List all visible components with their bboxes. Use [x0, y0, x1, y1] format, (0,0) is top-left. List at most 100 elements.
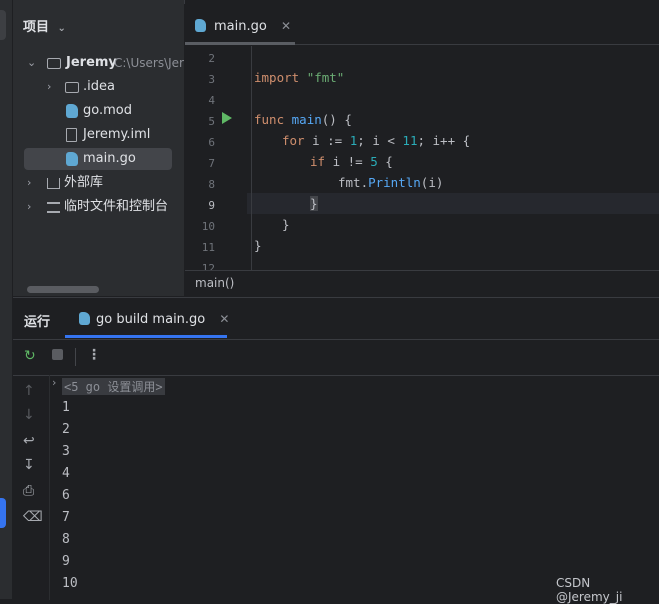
code-line-3[interactable]: import "fmt" — [254, 70, 344, 85]
code-line-10[interactable]: } — [282, 217, 290, 232]
chevron-down-icon[interactable]: ⌄ — [58, 23, 66, 34]
close-icon[interactable]: ✕ — [281, 19, 291, 33]
tree-item-label: Jeremy.iml — [83, 127, 151, 142]
code-text: ; i++ { — [417, 133, 471, 148]
code-line-6[interactable]: for i := 1; i < 11; i++ { — [282, 133, 470, 148]
code-line-9[interactable]: } — [310, 196, 318, 211]
output-line: 3 — [62, 444, 70, 459]
run-panel: 运行 go build main.go ✕ ↻ ⋮ ↑ ↓ ↩ ↧ ⎙ ⌫ › … — [13, 297, 659, 600]
tree-item-path: C:\Users\Jer — [114, 56, 184, 70]
project-panel-header[interactable]: 项目 ⌄ — [23, 16, 66, 35]
code-function: main — [291, 112, 322, 127]
go-file-icon — [79, 312, 90, 325]
scroll-to-end-icon[interactable]: ↧ — [23, 457, 35, 473]
chevron-right-icon[interactable]: › — [47, 76, 59, 98]
chevron-right-icon[interactable]: › — [27, 172, 39, 194]
folded-command[interactable]: <5 go 设置调用> — [62, 378, 165, 395]
code-line-7[interactable]: if i != 5 { — [310, 154, 393, 169]
folder-module-icon — [47, 58, 61, 69]
tree-item-label: Jeremy — [66, 55, 117, 70]
folder-icon — [65, 82, 79, 93]
tree-item-label: .idea — [83, 79, 115, 94]
breadcrumb: main() — [185, 270, 659, 297]
code-line-5[interactable]: func main() { — [254, 112, 352, 127]
print-icon[interactable]: ⎙ — [23, 483, 34, 499]
chevron-down-icon[interactable]: ⌄ — [27, 52, 39, 74]
rerun-icon[interactable]: ↻ — [24, 348, 36, 364]
line-number: 5 — [208, 115, 215, 128]
code-keyword: import — [254, 70, 300, 85]
tree-item-label: go.mod — [83, 103, 132, 118]
breadcrumb-item[interactable]: main() — [195, 276, 234, 290]
scratch-icon — [47, 202, 60, 213]
output-line: 8 — [62, 532, 70, 547]
tree-item-gomod[interactable]: go.mod — [23, 100, 183, 122]
active-run-tab-indicator — [65, 335, 227, 338]
line-number: 11 — [201, 241, 215, 254]
code-string: "fmt" — [306, 70, 345, 85]
chevron-right-icon[interactable]: › — [52, 376, 56, 389]
code-number: 11 — [402, 133, 418, 148]
run-tab-label: go build main.go — [96, 312, 206, 327]
tree-item-label: 临时文件和控制台 — [64, 199, 169, 214]
current-line-highlight — [247, 193, 659, 214]
soft-wrap-icon[interactable]: ↩ — [23, 433, 35, 449]
code-keyword: for — [282, 133, 305, 148]
trash-icon[interactable]: ⌫ — [23, 509, 43, 525]
line-number: 10 — [201, 220, 215, 233]
line-number: 4 — [208, 94, 215, 107]
tree-item-external-libraries[interactable]: › 外部库 — [23, 172, 183, 194]
project-tool-button[interactable] — [0, 10, 6, 40]
arrow-down-icon[interactable]: ↓ — [23, 407, 35, 423]
more-options-icon[interactable]: ⋮ — [87, 347, 101, 363]
indent-guide — [251, 46, 252, 270]
active-tab-indicator — [185, 42, 295, 45]
project-panel: 项目 ⌄ ⌄ Jeremy C:\Users\Jer › .idea go.mo… — [13, 0, 184, 296]
run-gutter-icon[interactable] — [222, 112, 232, 124]
tree-item-scratches[interactable]: › 临时文件和控制台 — [23, 196, 183, 218]
library-icon — [47, 178, 60, 189]
tree-item-idea[interactable]: › .idea — [23, 76, 183, 98]
run-panel-title: 运行 — [24, 315, 51, 330]
code-text: } — [282, 217, 290, 232]
project-panel-title: 项目 — [23, 20, 50, 35]
code-function: Println — [368, 175, 421, 190]
tab-main-go[interactable]: main.go ✕ — [195, 14, 291, 38]
run-tab[interactable]: go build main.go ✕ — [79, 307, 229, 331]
code-text: } — [254, 238, 262, 253]
code-text: { — [377, 154, 393, 169]
code-line-8[interactable]: fmt.Println(i) — [338, 175, 443, 190]
tree-item-maingo[interactable]: main.go — [24, 148, 172, 170]
code-text: fmt. — [338, 175, 369, 190]
tab-label: main.go — [214, 19, 267, 34]
output-line: 4 — [62, 466, 70, 481]
tree-item-label: 外部库 — [64, 175, 104, 190]
code-number: 5 — [370, 154, 378, 169]
code-text: i := — [304, 133, 350, 148]
code-text: (i) — [420, 175, 444, 190]
tree-item-label: main.go — [83, 151, 136, 166]
code-text: ; i < — [357, 133, 403, 148]
run-tool-button[interactable] — [0, 498, 6, 528]
code-keyword: func — [254, 112, 285, 127]
tool-window-strip — [0, 0, 13, 599]
horizontal-scrollbar[interactable] — [27, 286, 99, 293]
console-output[interactable]: › <5 go 设置调用> 1 2 3 4 6 7 8 9 10 — [50, 375, 659, 600]
code-line-11[interactable]: } — [254, 238, 262, 253]
tree-item-iml[interactable]: Jeremy.iml — [23, 124, 183, 146]
close-icon[interactable]: ✕ — [219, 312, 229, 326]
watermark: CSDN @Jeremy_ji — [556, 576, 623, 604]
run-toolbar: ↻ ⋮ — [13, 339, 659, 376]
chevron-right-icon[interactable]: › — [27, 196, 39, 218]
line-number: 7 — [208, 157, 215, 170]
line-number: 2 — [208, 52, 215, 65]
code-text: () { — [321, 112, 352, 127]
tree-item-jeremy[interactable]: ⌄ Jeremy C:\Users\Jer — [23, 52, 184, 74]
stop-icon[interactable] — [52, 349, 63, 360]
output-line: 7 — [62, 510, 70, 525]
code-keyword: if — [310, 154, 326, 169]
output-line: 6 — [62, 488, 70, 503]
line-number: 6 — [208, 136, 215, 149]
line-number: 8 — [208, 178, 215, 191]
arrow-up-icon[interactable]: ↑ — [23, 383, 35, 399]
